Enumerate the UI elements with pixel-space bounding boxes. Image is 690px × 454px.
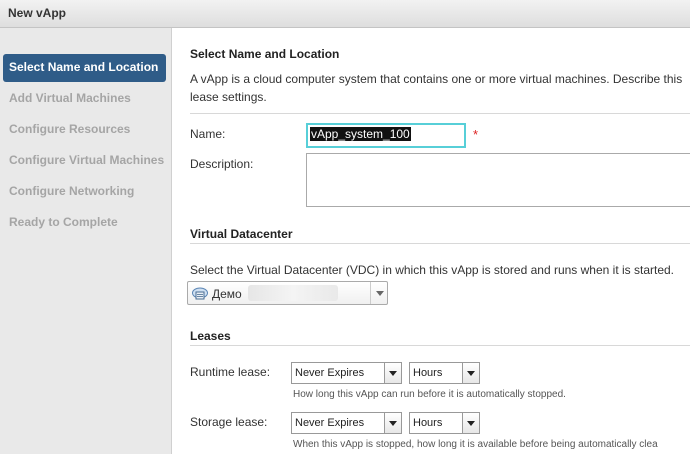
description-textarea[interactable] (306, 153, 690, 207)
section-title-name-location: Select Name and Location (190, 47, 340, 61)
step-configure-resources: Configure Resources (9, 122, 131, 136)
divider (190, 113, 690, 114)
storage-lease-select[interactable]: Never Expires (291, 412, 402, 434)
name-label: Name: (190, 127, 226, 141)
dialog-titlebar: New vApp (0, 0, 690, 28)
storage-lease-help: When this vApp is stopped, how long it i… (293, 439, 658, 450)
wizard-steps-sidebar: Select Name and Location Add Virtual Mac… (0, 28, 172, 454)
name-input-value: vApp_system_100 (310, 127, 411, 141)
chevron-down-icon[interactable] (384, 363, 401, 383)
datacenter-icon (192, 287, 208, 300)
redacted-text (248, 285, 338, 301)
chevron-down-icon[interactable] (384, 413, 401, 433)
divider (190, 345, 690, 346)
chevron-down-icon[interactable] (462, 413, 479, 433)
chevron-down-icon[interactable] (462, 363, 479, 383)
vdc-select[interactable]: Демо (187, 281, 388, 305)
runtime-lease-label: Runtime lease: (190, 365, 271, 379)
wizard-content: Select Name and Location A vApp is a clo… (172, 28, 690, 454)
step-add-virtual-machines: Add Virtual Machines (9, 91, 131, 105)
chevron-down-icon[interactable] (370, 282, 387, 304)
storage-lease-label: Storage lease: (190, 415, 268, 429)
storage-lease-unit-select[interactable]: Hours (409, 412, 480, 434)
step-configure-networking: Configure Networking (9, 184, 135, 198)
intro-text-line-2: lease settings. (190, 90, 267, 104)
storage-lease-value: Never Expires (295, 417, 365, 429)
runtime-lease-select[interactable]: Never Expires (291, 362, 402, 384)
name-input[interactable]: vApp_system_100 (306, 123, 466, 148)
intro-text-line-1: A vApp is a cloud computer system that c… (190, 72, 683, 86)
step-configure-virtual-machines: Configure Virtual Machines (9, 153, 165, 167)
step-ready-to-complete: Ready to Complete (9, 215, 118, 229)
runtime-lease-unit-value: Hours (413, 367, 443, 379)
required-asterisk: * (473, 127, 479, 142)
runtime-lease-help: How long this vApp can run before it is … (293, 389, 566, 400)
vdc-help-text: Select the Virtual Datacenter (VDC) in w… (190, 263, 675, 277)
section-title-leases: Leases (190, 329, 231, 343)
runtime-lease-value: Never Expires (295, 367, 365, 379)
step-select-name-location[interactable]: Select Name and Location (3, 54, 166, 82)
runtime-lease-unit-select[interactable]: Hours (409, 362, 480, 384)
dialog-title: New vApp (8, 6, 67, 20)
description-label: Description: (190, 157, 254, 171)
vdc-selected-value: Демо (212, 287, 242, 301)
section-title-virtual-datacenter: Virtual Datacenter (190, 227, 293, 241)
storage-lease-unit-value: Hours (413, 417, 443, 429)
divider (190, 243, 690, 244)
